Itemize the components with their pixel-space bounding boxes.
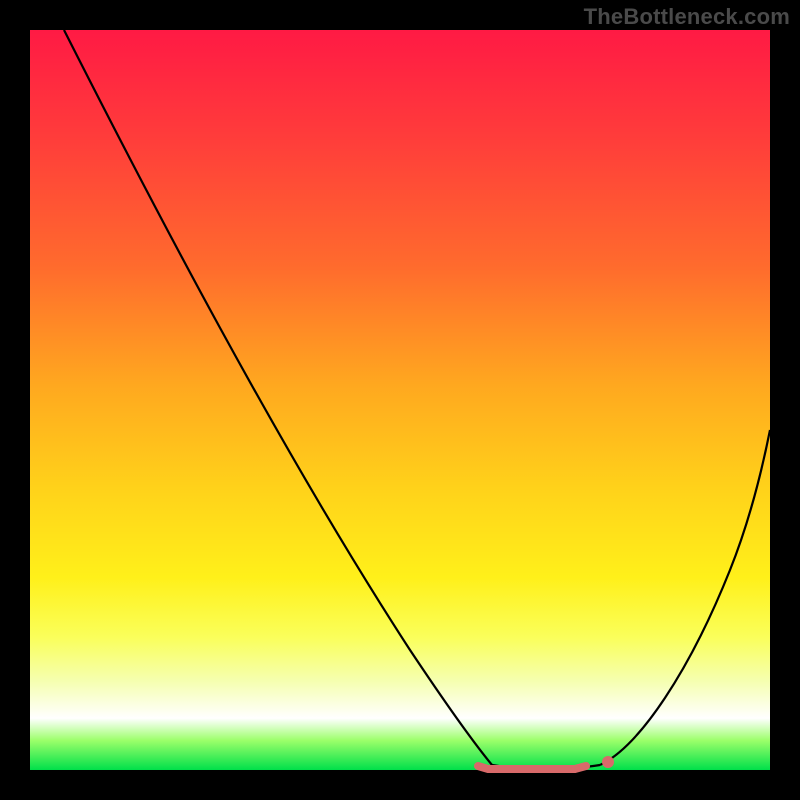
attribution-text: TheBottleneck.com — [584, 4, 790, 30]
curve-right-branch — [600, 430, 770, 765]
marker-dot — [602, 756, 614, 768]
curve-left-branch — [64, 30, 492, 765]
bottleneck-curve — [30, 30, 770, 770]
sweet-spot-highlight — [478, 766, 586, 769]
plot-area — [30, 30, 770, 770]
chart-frame: TheBottleneck.com — [0, 0, 800, 800]
